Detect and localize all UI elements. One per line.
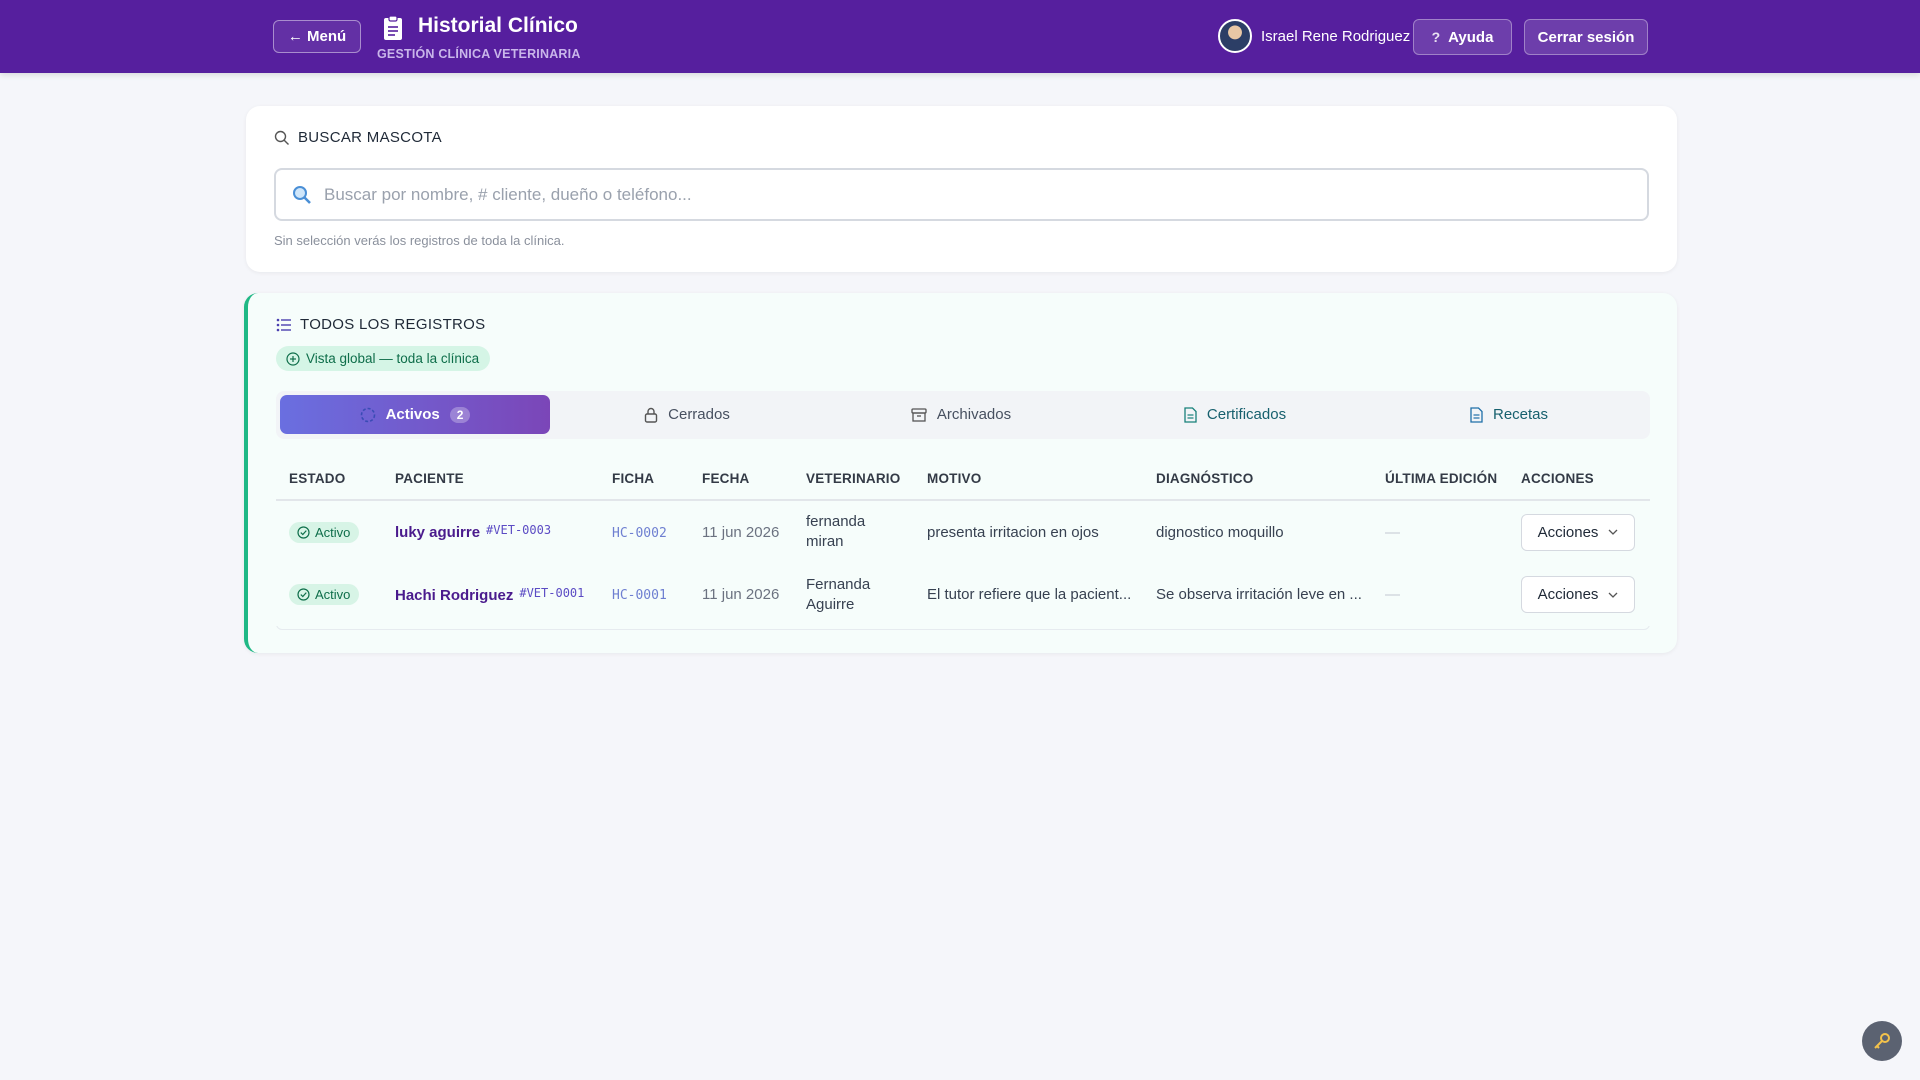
ficha-link[interactable]: HC-0002 (612, 526, 667, 541)
table-header-row: ESTADO PACIENTE FICHA FECHA VETERINARIO … (276, 458, 1650, 501)
page-subtitle: GESTIÓN CLÍNICA VETERINARIA (377, 47, 581, 61)
records-tabs: Activos 2 Cerrados Archivados Certificad… (276, 391, 1650, 439)
records-card: TODOS LOS REGISTROS Vista global — toda … (244, 293, 1677, 653)
global-view-chip: Vista global — toda la clínica (276, 346, 491, 371)
list-icon (276, 318, 291, 331)
status-label: Activo (315, 524, 351, 540)
actions-dropdown[interactable]: Acciones (1521, 513, 1635, 551)
record-date: 11 jun 2026 (702, 523, 780, 541)
search-section-label: BUSCAR MASCOTA (298, 129, 442, 146)
clipboard-icon (384, 15, 402, 40)
help-label: Ayuda (1448, 28, 1494, 46)
search-hint: Sin selección verás los registros de tod… (274, 233, 565, 248)
circle-icon (360, 407, 375, 422)
actions-dropdown[interactable]: Acciones (1521, 576, 1635, 613)
table-row[interactable]: Activo Hachi Rodriguez #VET-0001 HC-0001 … (276, 563, 1650, 626)
reason-cell: El tutor refiere que la pacient... (927, 586, 1132, 603)
search-icon (274, 130, 289, 145)
ficha-link[interactable]: HC-0001 (612, 588, 667, 603)
check-circle-icon (297, 588, 310, 601)
key-icon (1874, 1033, 1890, 1049)
col-paciente: PACIENTE (382, 458, 599, 501)
col-acciones: ACCIONES (1508, 458, 1650, 501)
user-name: Israel Rene Rodriguez (1261, 28, 1411, 45)
search-card: BUSCAR MASCOTA Sin selección verás los r… (246, 106, 1677, 272)
table-row[interactable]: Activo luky aguirre #VET-0003 HC-0002 11 … (276, 500, 1650, 563)
records-section-title: TODOS LOS REGISTROS (276, 316, 485, 333)
lock-icon (644, 407, 658, 423)
tab-certificados-label: Certificados (1206, 406, 1287, 423)
tab-recetas-label: Recetas (1492, 406, 1549, 423)
magnifier-icon (293, 185, 311, 204)
status-label: Activo (315, 587, 351, 602)
tab-activos[interactable]: Activos 2 (280, 395, 550, 434)
check-circle-icon (297, 525, 310, 539)
tab-archivados[interactable]: Archivados (824, 395, 1098, 434)
vet-name-last: Aguirre (806, 595, 855, 613)
search-input[interactable] (324, 184, 1647, 205)
plus-circle-icon (286, 351, 300, 366)
col-ultima-edicion: ÚLTIMA EDICIÓN (1372, 458, 1508, 501)
diagnosis-cell: Se observa irritación leve en ... (1156, 586, 1362, 603)
records-table: ESTADO PACIENTE FICHA FECHA VETERINARIO … (276, 458, 1650, 626)
record-date: 11 jun 2026 (702, 586, 780, 603)
question-icon: ? (1431, 29, 1441, 45)
top-bar: ← Menú Historial Clínico GESTIÓN CLÍNICA… (0, 0, 1920, 73)
col-diagnostico: DIAGNÓSTICO (1143, 458, 1372, 501)
last-edit: — (1385, 586, 1400, 603)
document-icon (1184, 406, 1197, 423)
col-veterinario: VETERINARIO (793, 458, 914, 501)
global-view-label: Vista global — toda la clínica (306, 351, 480, 366)
logout-button[interactable]: Cerrar sesión (1524, 19, 1648, 55)
status-badge: Activo (289, 584, 360, 605)
chevron-down-icon (1608, 529, 1618, 535)
diagnosis-cell: dignostico moquillo (1156, 523, 1284, 541)
tab-certificados[interactable]: Certificados (1098, 395, 1372, 434)
tab-archivados-label: Archivados (936, 406, 1012, 423)
page-title: Historial Clínico (418, 14, 578, 37)
avatar[interactable] (1218, 19, 1252, 53)
col-ficha: FICHA (599, 458, 689, 501)
help-button[interactable]: ? Ayuda (1413, 19, 1512, 55)
patient-name-link[interactable]: Hachi Rodriguez (395, 587, 513, 604)
tab-recetas[interactable]: Recetas (1372, 395, 1646, 434)
tab-activos-count: 2 (449, 406, 471, 423)
actions-label: Acciones (1537, 523, 1599, 541)
records-section-label: TODOS LOS REGISTROS (300, 316, 486, 333)
archive-icon (911, 407, 927, 422)
tab-cerrados-label: Cerrados (668, 406, 730, 423)
last-edit: — (1385, 523, 1400, 541)
document-icon (1470, 406, 1483, 423)
col-motivo: MOTIVO (914, 458, 1143, 501)
chevron-down-icon (1608, 592, 1618, 598)
actions-label: Acciones (1537, 586, 1599, 603)
patient-name-link[interactable]: luky aguirre (395, 524, 480, 541)
col-estado: ESTADO (276, 458, 382, 501)
vet-name-last: miran (806, 533, 844, 550)
patient-id: #VET-0003 (486, 523, 552, 537)
menu-button[interactable]: ← Menú (273, 20, 361, 53)
search-field[interactable] (274, 168, 1649, 221)
tab-cerrados[interactable]: Cerrados (550, 395, 824, 434)
key-floating-button[interactable] (1862, 1021, 1902, 1061)
vet-name-first: fernanda (806, 513, 866, 530)
status-badge: Activo (289, 521, 360, 543)
tab-activos-label: Activos (385, 406, 440, 423)
reason-cell: presenta irritacion en ojos (927, 523, 1099, 541)
search-section-title: BUSCAR MASCOTA (274, 129, 442, 146)
vet-name-first: Fernanda (806, 575, 871, 593)
col-fecha: FECHA (689, 458, 793, 501)
patient-id: #VET-0001 (519, 585, 585, 600)
